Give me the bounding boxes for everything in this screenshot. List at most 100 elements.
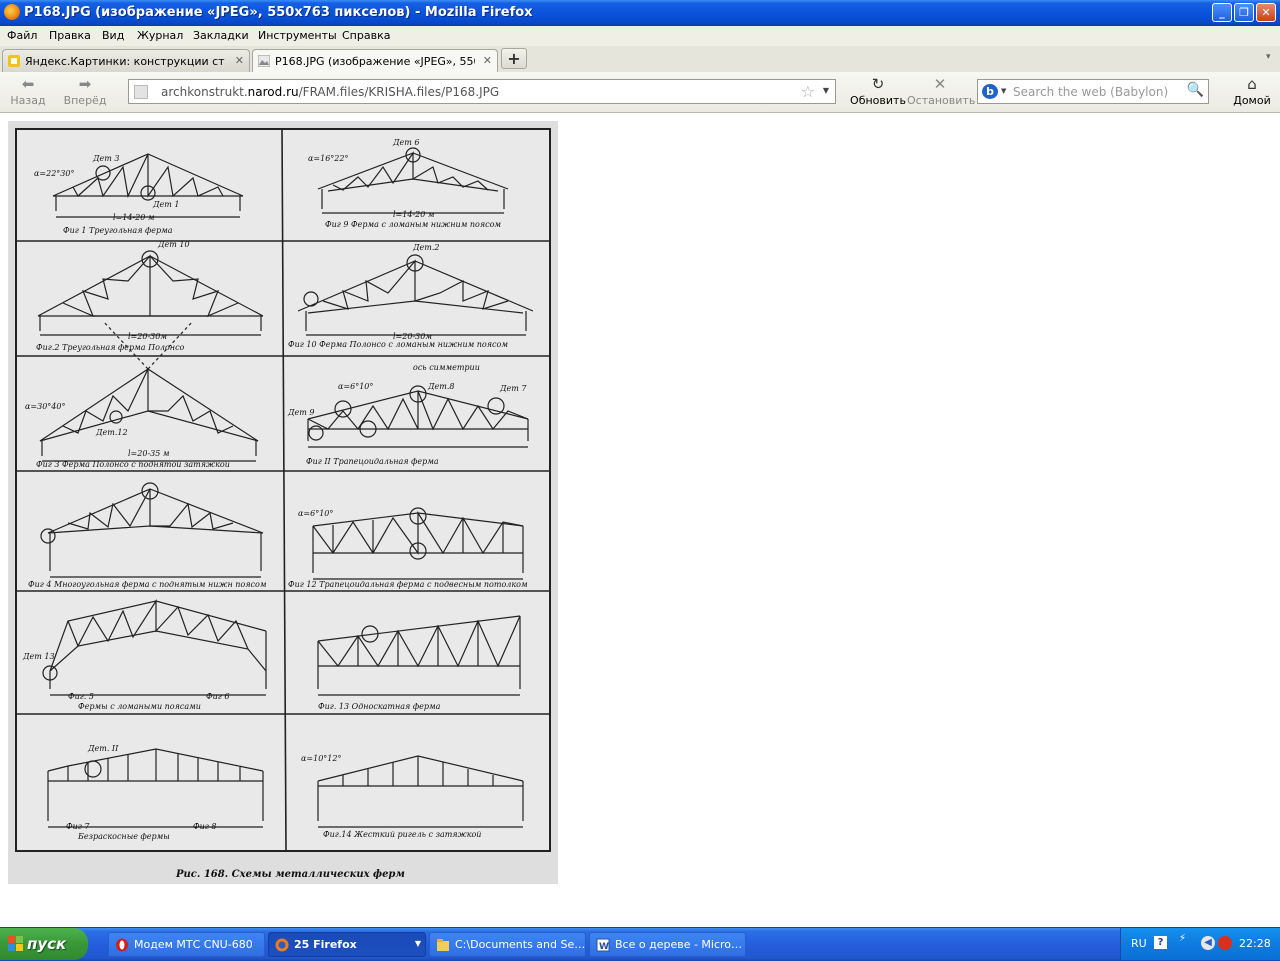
stop-button[interactable]: ✕ Остановить — [907, 75, 975, 107]
tab-p168[interactable]: P168.JPG (изображение «JPEG», 550x7… ✕ — [252, 49, 498, 73]
fig10-caption: Фиг 10 Ферма Полонсо с ломаным нижним по… — [288, 340, 508, 349]
close-tab-icon[interactable]: ✕ — [235, 54, 244, 67]
taskbar-item-label: Все о дереве - Micro… — [615, 938, 743, 951]
fig8-label: Фиг 8 — [193, 822, 216, 831]
taskbar-item-explorer[interactable]: C:\Documents and Se… — [429, 932, 586, 957]
firefox-icon — [275, 938, 289, 952]
det7-label: Дет 7 — [499, 384, 527, 393]
close-button[interactable]: ✕ — [1256, 3, 1276, 22]
tab-yandex[interactable]: Яндекс.Картинки: конструкции строп… ✕ — [2, 49, 250, 72]
tab-bar: Яндекс.Картинки: конструкции строп… ✕ P1… — [0, 46, 1280, 73]
det13-label: Дет 13 — [22, 652, 55, 661]
babylon-engine-icon[interactable]: b — [982, 84, 998, 99]
minimize-button[interactable]: _ — [1212, 3, 1232, 22]
menu-edit[interactable]: Правка — [49, 29, 91, 42]
det3-label: Дет 3 — [92, 154, 119, 163]
menu-help[interactable]: Справка — [342, 29, 390, 42]
fig11-axis: ось симметрии — [413, 363, 480, 372]
url-bar[interactable]: archkonstrukt.narod.ru/FRAM.files/KRISHA… — [128, 79, 836, 104]
system-tray: RU ? ⚡ ◀ 22:28 — [1120, 928, 1280, 960]
fig56-caption: Фермы с ломаными поясами — [78, 702, 201, 711]
fig11-caption: Фиг II Трапецоидальная ферма — [306, 457, 439, 466]
tab-label: P168.JPG (изображение «JPEG», 550x7… — [275, 55, 475, 68]
fig3-angle: α=30°40° — [25, 402, 65, 411]
fig6-label: Фиг 6 — [206, 692, 229, 701]
tab-list-icon[interactable]: ▾ — [1266, 52, 1271, 62]
det6-label: Дет 6 — [392, 138, 419, 147]
fig5-label: Фиг. 5 — [68, 692, 94, 701]
opera-icon — [116, 938, 128, 952]
figure-caption: Рис. 168. Схемы металлических ферм — [175, 869, 405, 880]
window-title: P168.JPG (изображение «JPEG», 550x763 пи… — [24, 5, 533, 20]
fig1-caption: Фиг 1 Треугольная ферма — [63, 226, 173, 235]
taskbar-item-word[interactable]: W Все о дереве - Micro… — [589, 932, 746, 957]
opera-tray-icon[interactable] — [1218, 936, 1232, 950]
menu-view[interactable]: Вид — [102, 29, 124, 42]
taskbar-item-firefox[interactable]: 25 Firefox ▼ — [268, 932, 426, 957]
url-dropdown-icon[interactable]: ▼ — [823, 86, 829, 95]
truss-diagram-image[interactable]: Фиг 1 Треугольная ферма l=14-20 м Дет 3 … — [8, 121, 558, 884]
menu-bar: Файл Правка Вид Журнал Закладки Инструме… — [0, 26, 1280, 46]
fig12-angle: α=6°10° — [298, 509, 333, 518]
title-bar: P168.JPG (изображение «JPEG», 550x763 пи… — [0, 0, 1280, 26]
search-icon[interactable]: 🔍 — [1187, 82, 1204, 98]
menu-file[interactable]: Файл — [7, 29, 37, 42]
site-identity-icon[interactable] — [134, 85, 148, 99]
yandex-icon — [8, 55, 20, 67]
folder-icon — [437, 939, 449, 951]
det10-label: Дет 10 — [157, 240, 190, 249]
det8-label: Дет.8 — [427, 382, 454, 391]
taskbar-item-label: 25 Firefox — [294, 938, 357, 951]
taskbar-item-label: Модем МТС CNU-680 — [134, 938, 253, 951]
network-icon[interactable]: ⚡ — [1179, 933, 1186, 944]
fig9-span: l=14-20 м — [393, 210, 435, 219]
maximize-button[interactable]: ❐ — [1234, 3, 1254, 22]
det1-label: Дет 1 — [152, 200, 179, 209]
forward-arrow-icon: ➡ — [78, 75, 92, 93]
help-icon[interactable]: ? — [1154, 936, 1167, 949]
fig3-span: l=20-35 м — [128, 449, 170, 458]
fig14-caption: Фиг.14 Жесткий ригель с затяжкой — [323, 830, 481, 839]
back-button[interactable]: ⬅ Назад — [6, 76, 50, 107]
det9-label: Дет 9 — [287, 408, 314, 417]
menu-history[interactable]: Журнал — [137, 29, 183, 42]
tab-label: Яндекс.Картинки: конструкции строп… — [25, 55, 225, 68]
fig13-caption: Фиг. 13 Односкатная ферма — [318, 702, 441, 711]
fig2-caption: Фиг.2 Треугольная ферма Полонсо — [36, 343, 185, 352]
back-tray-icon[interactable]: ◀ — [1201, 936, 1215, 950]
reload-icon: ↻ — [871, 75, 885, 93]
det12-label: Дет.12 — [95, 428, 128, 437]
search-placeholder: Search the web (Babylon) — [1013, 85, 1169, 99]
new-tab-button[interactable]: + — [501, 48, 527, 69]
home-label: Домой — [1233, 94, 1271, 107]
reload-button[interactable]: ↻ Обновить — [850, 76, 906, 107]
taskbar-item-modem[interactable]: Модем МТС CNU-680 — [108, 932, 265, 957]
menu-bookmarks[interactable]: Закладки — [193, 29, 249, 42]
group-dropdown-icon[interactable]: ▼ — [415, 939, 421, 948]
url-text[interactable]: archkonstrukt.narod.ru/FRAM.files/KRISHA… — [161, 85, 499, 99]
close-tab-icon[interactable]: ✕ — [483, 54, 492, 67]
home-button[interactable]: ⌂ Домой — [1232, 76, 1272, 107]
url-prefix: archkonstrukt. — [161, 85, 248, 99]
image-icon — [258, 55, 270, 67]
taskbar-item-label: C:\Documents and Se… — [455, 938, 586, 951]
fig1-span: l=14-20 м — [113, 213, 155, 222]
reload-label: Обновить — [850, 94, 906, 107]
back-label: Назад — [10, 94, 46, 107]
fig11-angle: α=6°10° — [338, 382, 373, 391]
fig3-caption: Фиг 3 Ферма Полонсо с поднятой затяжкой — [36, 460, 230, 469]
engine-dropdown-icon[interactable]: ▼ — [1001, 87, 1006, 95]
forward-button[interactable]: ➡ Вперёд — [60, 76, 110, 107]
stop-icon: ✕ — [933, 75, 947, 93]
start-button[interactable]: пуск — [0, 928, 88, 960]
language-indicator[interactable]: RU — [1131, 937, 1147, 950]
bookmark-star-icon[interactable]: ☆ — [801, 82, 815, 101]
forward-label: Вперёд — [63, 94, 107, 107]
fig7-label: Фиг 7 — [66, 822, 90, 831]
det2-label: Дет.2 — [412, 243, 439, 252]
search-bar[interactable]: b ▼ Search the web (Babylon) 🔍 — [977, 79, 1209, 104]
url-path: /FRAM.files/KRISHA.files/P168.JPG — [298, 85, 500, 99]
menu-tools[interactable]: Инструменты — [258, 29, 337, 42]
firefox-icon — [4, 4, 20, 20]
fig14-angle: α=10°12° — [301, 754, 341, 763]
